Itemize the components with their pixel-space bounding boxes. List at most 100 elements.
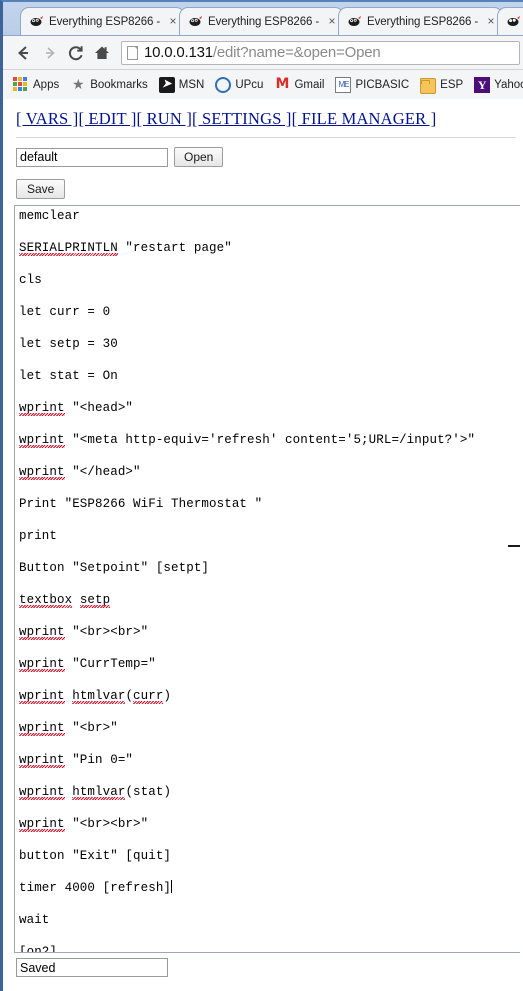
tab-title: Everything ESP8266 - bbox=[367, 15, 479, 28]
open-button[interactable]: Open bbox=[174, 147, 224, 167]
save-button[interactable]: Save bbox=[16, 179, 66, 199]
browser-tab-3-active[interactable]: Everything ESP8266 - × bbox=[338, 7, 503, 35]
code-line: memclear bbox=[19, 209, 80, 223]
spellcheck-underline: wprint bbox=[19, 689, 65, 703]
code-line: wprint "</head>" bbox=[19, 465, 141, 479]
page-content: [ VARS ][ EDIT ][ RUN ][ SETTINGS ][ FIL… bbox=[0, 99, 523, 991]
bookmark-label: PICBASIC bbox=[355, 79, 410, 91]
spellcheck-underline: htmlvar bbox=[72, 785, 126, 799]
esp8266-favicon-icon bbox=[30, 15, 44, 28]
bookmarks-bar: Apps ★ Bookmarks ➤ MSN UPcu M Gmail ME P… bbox=[3, 69, 523, 99]
spellcheck-underline: curr bbox=[133, 689, 164, 703]
msn-icon: ➤ bbox=[158, 77, 175, 93]
bookmark-yahoo[interactable]: Y Yahoo! G bbox=[474, 77, 523, 93]
bookmark-picbasic[interactable]: ME PICBASIC bbox=[335, 77, 409, 93]
code-line: wprint htmlvar(curr) bbox=[19, 689, 172, 703]
address-bar[interactable]: 10.0.0.131/edit?name=&open=Open bbox=[121, 40, 520, 65]
back-arrow-icon[interactable] bbox=[11, 40, 37, 66]
code-line: cls bbox=[19, 273, 42, 287]
bookmark-label: UPcu bbox=[235, 79, 264, 91]
spellcheck-underline: SERIALPRINTLN bbox=[19, 241, 118, 255]
close-icon[interactable]: × bbox=[484, 14, 498, 29]
spellcheck-underline: wprint bbox=[19, 817, 65, 831]
text-cursor bbox=[171, 880, 173, 893]
bookmark-msn[interactable]: ➤ MSN bbox=[158, 77, 205, 93]
spellcheck-underline: wprint bbox=[19, 657, 65, 671]
bookmark-label: Apps bbox=[33, 79, 60, 91]
nav-link-edit[interactable]: [ EDIT ] bbox=[78, 109, 136, 128]
bookmark-apps[interactable]: Apps bbox=[13, 77, 59, 93]
code-line: let setp = 30 bbox=[19, 337, 118, 351]
code-line: wprint "<br><br>" bbox=[19, 625, 149, 639]
spellcheck-underline: wprint bbox=[19, 753, 65, 767]
esp8266-favicon-icon bbox=[507, 15, 521, 28]
url-text: 10.0.0.131/edit?name=&open=Open bbox=[144, 44, 381, 61]
code-line: let curr = 0 bbox=[19, 305, 111, 319]
status-input[interactable] bbox=[16, 958, 168, 977]
bookmark-label: Bookmarks bbox=[90, 79, 148, 91]
browser-tab-2[interactable]: Everything ESP8266 - × bbox=[179, 7, 344, 35]
spellcheck-underline: wprint bbox=[19, 433, 65, 447]
code-line: wprint "Pin 0=" bbox=[19, 753, 134, 767]
picbasic-icon: ME bbox=[335, 77, 352, 93]
spellcheck-underline: wprint bbox=[19, 401, 65, 415]
yahoo-icon: Y bbox=[474, 77, 491, 93]
code-line: wprint htmlvar(stat) bbox=[19, 785, 172, 799]
home-icon[interactable] bbox=[89, 40, 115, 66]
spellcheck-underline: textbox bbox=[19, 593, 73, 607]
nav-link-settings[interactable]: [ SETTINGS ] bbox=[192, 109, 292, 128]
code-line: timer 4000 [refresh] bbox=[19, 880, 173, 895]
browser-chrome: Everything ESP8266 - × Everything ESP826… bbox=[0, 0, 523, 99]
gmail-icon: M bbox=[275, 76, 290, 92]
page-document-icon bbox=[127, 45, 138, 60]
close-icon[interactable]: × bbox=[325, 14, 339, 29]
bookmark-bookmarks[interactable]: ★ Bookmarks bbox=[70, 77, 148, 93]
apps-grid-icon bbox=[13, 77, 29, 93]
spellcheck-underline: wprint bbox=[19, 721, 65, 735]
code-line: [on2] bbox=[19, 945, 58, 953]
code-line: SERIALPRINTLN "restart page" bbox=[19, 241, 232, 255]
editor-scroll-mark bbox=[508, 545, 520, 547]
code-line: wprint "CurrTemp=" bbox=[19, 657, 156, 671]
tab-title: Everything ESP8266 - bbox=[208, 15, 320, 28]
navigation-toolbar: 10.0.0.131/edit?name=&open=Open bbox=[3, 35, 523, 69]
spellcheck-underline: htmlvar bbox=[72, 689, 126, 703]
folder-icon bbox=[420, 78, 437, 94]
spellcheck-underline: wprint bbox=[19, 785, 65, 799]
url-host: 10.0.0.131 bbox=[144, 44, 213, 61]
browser-tab-1[interactable]: Everything ESP8266 - × bbox=[20, 7, 185, 35]
nav-link-run[interactable]: [ RUN ] bbox=[137, 109, 192, 128]
forward-arrow-icon[interactable] bbox=[37, 40, 63, 66]
status-row bbox=[16, 958, 523, 977]
filename-input[interactable] bbox=[16, 147, 168, 167]
code-textarea[interactable]: memclear SERIALPRINTLN "restart page" cl… bbox=[14, 205, 520, 953]
nav-link-file-manager[interactable]: [ FILE MANAGER ] bbox=[292, 109, 437, 128]
browser-tab-4[interactable] bbox=[497, 7, 523, 35]
code-line: textbox setp bbox=[19, 592, 519, 608]
bookmark-label: Yahoo! G bbox=[494, 79, 523, 91]
spellcheck-underline: wprint bbox=[19, 465, 65, 479]
browser-window: Everything ESP8266 - × Everything ESP826… bbox=[0, 0, 523, 991]
bookmark-gmail[interactable]: M Gmail bbox=[274, 77, 324, 93]
bookmark-upcu[interactable]: UPcu bbox=[215, 77, 263, 93]
code-editor-wrapper: memclear SERIALPRINTLN "restart page" cl… bbox=[14, 205, 522, 953]
code-line: Button "Setpoint" [setpt] bbox=[19, 561, 210, 575]
spellcheck-underline: wprint bbox=[19, 625, 65, 639]
nav-link-vars[interactable]: [ VARS ] bbox=[16, 109, 78, 128]
code-line: Print "ESP8266 WiFi Thermostat " bbox=[19, 497, 263, 511]
tab-strip: Everything ESP8266 - × Everything ESP826… bbox=[3, 2, 523, 35]
open-file-row: Open bbox=[16, 147, 523, 167]
close-icon[interactable]: × bbox=[166, 14, 180, 29]
reload-icon[interactable] bbox=[63, 40, 89, 66]
bookmark-esp[interactable]: ESP bbox=[420, 76, 463, 94]
bookmark-label: ESP bbox=[440, 79, 464, 91]
code-line: wprint "<br><br>" bbox=[19, 817, 149, 831]
esp8266-favicon-icon bbox=[348, 15, 362, 28]
divider bbox=[16, 137, 516, 138]
star-icon: ★ bbox=[71, 76, 85, 92]
page-nav-links: [ VARS ][ EDIT ][ RUN ][ SETTINGS ][ FIL… bbox=[16, 109, 523, 129]
bookmark-label: Gmail bbox=[294, 79, 325, 91]
bookmark-label: MSN bbox=[178, 79, 205, 91]
code-line: print bbox=[19, 529, 58, 543]
spellcheck-underline: setp bbox=[79, 593, 111, 607]
